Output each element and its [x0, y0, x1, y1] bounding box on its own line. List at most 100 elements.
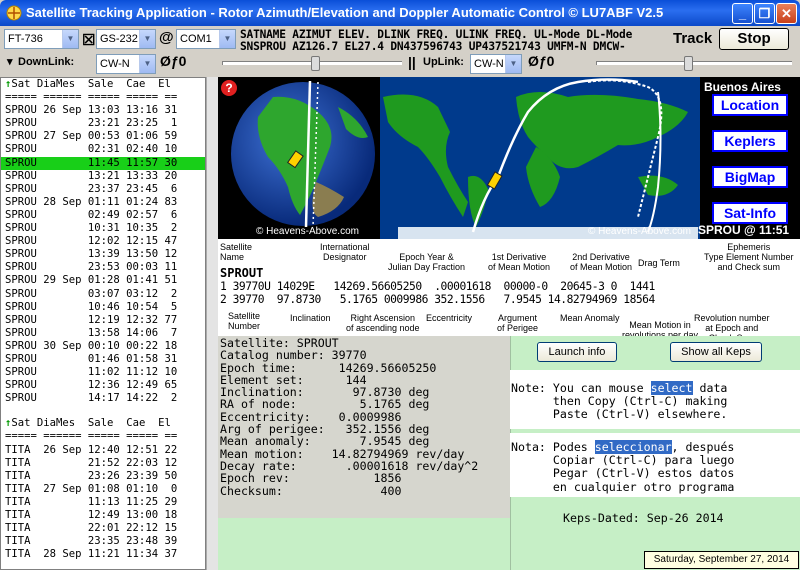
table-row[interactable]: SPROU 10:46 10:54 5 [1, 301, 205, 314]
pass-list-rule: ===== ====== ===== ===== == [5, 91, 178, 104]
uplink-offset[interactable]: Øƒ0 [528, 53, 554, 69]
pass-list-2-header: ↑Sat DiaMes Sale Cae El [5, 417, 171, 430]
title-bar: Satellite Tracking Application - Rotor A… [0, 0, 800, 26]
close-button[interactable]: ✕ [776, 3, 797, 24]
tle-sat-name: SPROUT [220, 266, 264, 280]
pass-list-scrollbar[interactable] [206, 77, 218, 570]
status-readout: SNSPROU AZ126.7 EL27.4 DN437596743 UP437… [240, 40, 626, 53]
label-inclination: Inclination [290, 313, 331, 323]
keps-dated: Keps-Dated: Sep-26 2014 [563, 511, 724, 525]
label-mean-anomaly: Mean Anomaly [560, 313, 620, 323]
table-row[interactable]: SPROU 13:39 13:50 12 [1, 248, 205, 261]
uplink-label: UpLink: [423, 56, 464, 68]
help-icon[interactable]: ? [221, 80, 237, 96]
label-eccentricity: Eccentricity [426, 313, 473, 323]
launch-info-button[interactable]: Launch info [537, 342, 617, 362]
bigmap-button[interactable]: BigMap [712, 166, 788, 188]
tle-line-1[interactable]: 1 39770U 14029E 14269.56605250 .00001618… [220, 280, 655, 293]
table-row[interactable]: TITA 11:13 11:25 29 [1, 496, 205, 509]
location-name: Buenos Aires [704, 80, 781, 94]
tle-line-2[interactable]: 2 39770 97.8730 5.1765 0009986 352.1556 … [220, 293, 655, 306]
table-row[interactable]: SPROU 13:58 14:06 7 [1, 327, 205, 340]
table-row[interactable]: SPROU 03:07 03:12 2 [1, 288, 205, 301]
table-row[interactable]: SPROU 10:31 10:35 2 [1, 222, 205, 235]
chevron-down-icon: ▼ [505, 55, 521, 73]
label-sat-number: Satellite Number [228, 311, 261, 331]
maximize-button[interactable]: ❐ [754, 3, 775, 24]
pass-list-2-rule: ===== ====== ===== ===== == [5, 430, 178, 443]
label-drag-term: Drag Term [638, 258, 680, 268]
label-first-derivative: 1st Derivative of Mean Motion [488, 252, 551, 272]
table-row[interactable]: SPROU 23:21 23:25 1 [1, 117, 205, 130]
table-row[interactable]: SPROU 01:46 01:58 31 [1, 353, 205, 366]
table-row[interactable]: SPROU 12:02 12:15 47 [1, 235, 205, 248]
chevron-down-icon: ▼ [139, 30, 155, 48]
location-button[interactable]: Location [712, 94, 788, 116]
downlink-label: DownLink: [18, 56, 75, 68]
checkbox-icon[interactable]: ☒ [82, 31, 95, 49]
table-row[interactable]: SPROU 30 Sep 00:10 00:22 18 [1, 340, 205, 353]
table-row[interactable]: SPROU 11:45 11:57 30 [1, 156, 205, 170]
status-date: Saturday, September 27, 2014 [644, 551, 799, 569]
table-row[interactable]: SPROU 23:37 23:45 6 [1, 183, 205, 196]
window-title: Satellite Tracking Application - Rotor A… [26, 5, 664, 20]
app-icon [6, 5, 22, 21]
table-row[interactable]: TITA 28 Sep 11:21 11:34 37 [1, 548, 205, 561]
downlink-slider-thumb[interactable] [311, 56, 320, 71]
separator: || [408, 54, 416, 70]
note-es[interactable]: Nota: Podes seleccionar, después Copiar … [511, 440, 734, 494]
note-en[interactable]: Note: You can mouse select data then Cop… [511, 381, 727, 422]
table-row[interactable]: TITA 22:01 22:12 15 [1, 522, 205, 535]
label-second-derivative: 2nd Derivative of Mean Motion [570, 252, 633, 272]
table-row[interactable]: TITA 12:49 13:00 18 [1, 509, 205, 522]
table-row[interactable]: TITA 23:26 23:39 50 [1, 470, 205, 483]
show-keps-button[interactable]: Show all Keps [670, 342, 762, 362]
globe-credit: © Heavens-Above.com [256, 226, 359, 237]
pass-list-rows: SPROU 26 Sep 13:03 13:16 31 SPROU 23:21 2… [1, 104, 205, 405]
uplink-slider-track[interactable] [596, 61, 792, 65]
table-row[interactable]: SPROU 27 Sep 00:53 01:06 59 [1, 130, 205, 143]
table-row[interactable]: TITA 23:35 23:48 39 [1, 535, 205, 548]
table-row[interactable]: SPROU 13:21 13:33 20 [1, 170, 205, 183]
sat-info-line: Checksum: 400 [220, 483, 402, 498]
chevron-down-icon: ▼ [62, 30, 78, 48]
radio-select[interactable]: FT-736 ▼ [4, 29, 79, 49]
rotor-select[interactable]: GS-232 ▼ [96, 29, 156, 49]
table-row[interactable]: SPROU 26 Sep 13:03 13:16 31 [1, 104, 205, 117]
stop-button[interactable]: Stop [719, 28, 789, 50]
uplink-slider-thumb[interactable] [684, 56, 693, 71]
table-row[interactable]: SPROU 02:49 02:57 6 [1, 209, 205, 222]
map-credit: © Heavens-Above.com [588, 226, 691, 237]
uplink-mode-select[interactable]: CW-N ▼ [470, 54, 522, 74]
sat-info-line: Epoch rev: 1856 [220, 471, 402, 486]
pass-list[interactable]: ↑Sat DiaMes Sale Cae El ===== ====== ===… [0, 77, 206, 570]
downlink-mode-select[interactable]: CW-N ▼ [96, 54, 156, 74]
table-row[interactable]: SPROU 12:36 12:49 65 [1, 379, 205, 392]
table-row[interactable]: SPROU 02:31 02:40 10 [1, 143, 205, 156]
pass-list-header: ↑Sat DiaMes Sale Cae El [5, 78, 171, 90]
label-sat-name: Satellite Name [220, 242, 253, 262]
minimize-button[interactable]: _ [732, 3, 753, 24]
table-row[interactable]: SPROU 14:17 14:22 2 [1, 392, 205, 405]
table-row[interactable]: SPROU 12:19 12:32 77 [1, 314, 205, 327]
table-row[interactable]: SPROU 23:53 00:03 11 [1, 261, 205, 274]
downlink-offset[interactable]: Øƒ0 [160, 53, 186, 69]
keplers-button[interactable]: Keplers [712, 130, 788, 152]
label-intl-designator: International Designator [320, 242, 370, 262]
port-select[interactable]: COM1 ▼ [176, 29, 236, 49]
pass-list-2-rows: TITA 26 Sep 12:40 12:51 22 TITA 21:52 22:… [1, 444, 205, 562]
table-row[interactable]: TITA 21:52 22:03 12 [1, 457, 205, 470]
sat-info-line: Mean anomaly: 7.9545 deg [220, 434, 430, 449]
sat-info-button[interactable]: Sat-Info [712, 202, 788, 224]
table-row[interactable]: TITA 27 Sep 01:08 01:10 0 [1, 483, 205, 496]
label-ephemeris: Ephemeris Type Element Number and Check su… [704, 242, 794, 272]
table-row[interactable]: SPROU 28 Sep 01:11 01:24 83 [1, 196, 205, 209]
table-row[interactable]: TITA 26 Sep 12:40 12:51 22 [1, 444, 205, 457]
table-row[interactable]: SPROU 29 Sep 01:28 01:41 51 [1, 274, 205, 287]
sat-info-line: RA of node: 5.1765 deg [220, 397, 430, 412]
sat-info-text[interactable]: Satellite: SPROUT Catalog number: 39770 Ep… [218, 336, 510, 518]
label-raan: Right Ascension of ascending node [346, 313, 420, 333]
label-epoch: Epoch Year & Julian Day Fraction [388, 252, 466, 272]
table-row[interactable]: SPROU 11:02 11:12 10 [1, 366, 205, 379]
